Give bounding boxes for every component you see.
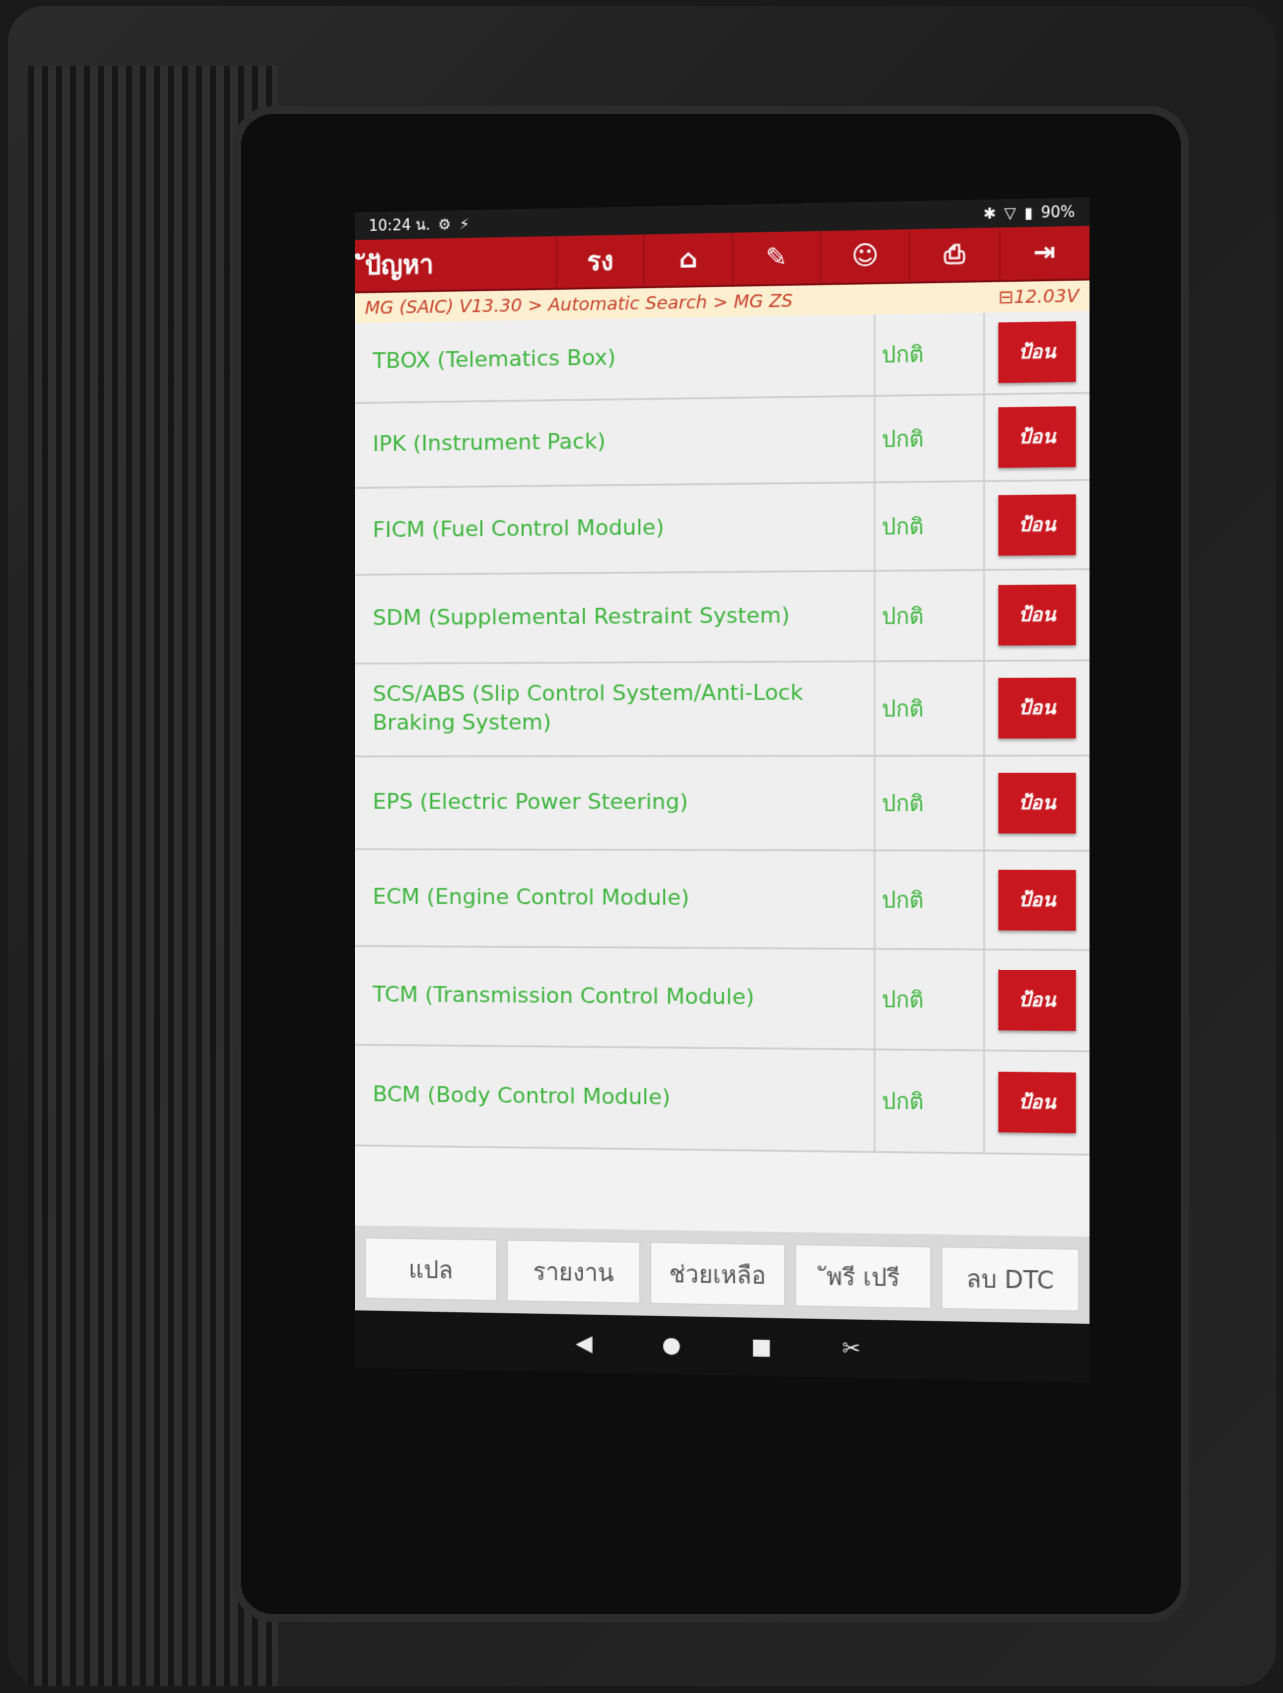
system-status: ปกติ [875,395,986,482]
system-name: SDM (Supplemental Restraint System) [355,571,876,663]
usb-icon: ⚡ [459,215,470,234]
enter-button[interactable]: ป้อน [998,969,1076,1031]
settings-icon: ⚙ [438,215,452,234]
system-status: ปกติ [875,570,986,661]
report-short-button[interactable]: รง [556,234,644,288]
system-list: TBOX (Telematics Box) ปกติ ป้อน IPK (Ins… [355,310,1090,1156]
action-cell: ป้อน [985,852,1089,949]
enter-button[interactable]: ป้อน [998,1071,1076,1134]
action-cell: ป้อน [985,757,1089,850]
system-name: TBOX (Telematics Box) [355,314,876,402]
action-cell: ป้อน [985,394,1089,480]
system-name: SCS/ABS (Slip Control System/Anti-Lock B… [355,662,876,756]
system-status: ปกติ [875,1050,986,1153]
action-cell: ป้อน [985,1051,1089,1153]
action-cell: ป้อน [985,311,1089,393]
exit-icon[interactable]: ⇥ [998,225,1090,281]
enter-button[interactable]: ป้อน [998,494,1076,556]
system-name: ECM (Engine Control Module) [355,850,876,948]
system-status: ปกติ [875,482,986,570]
enter-button[interactable]: ป้อน [998,677,1076,739]
voltage-value: 12.03V [1013,285,1080,308]
table-row: SDM (Supplemental Restraint System) ปกติ… [355,570,1090,665]
breadcrumb-path: MG (SAIC) V13.30 > Automatic Search > MG… [364,290,793,319]
table-row: EPS (Electric Power Steering) ปกติ ป้อน [355,756,1090,852]
enter-button[interactable]: ป้อน [998,869,1076,931]
help-button[interactable]: ช่วยเหลือ [650,1241,786,1307]
table-row: ECM (Engine Control Module) ปกติ ป้อน [355,850,1090,952]
battery-level: 90% [1040,202,1075,222]
print-icon[interactable]: ⎙ [909,227,999,282]
clear-dtc-button[interactable]: ลบ DTC [941,1246,1080,1312]
status-time: 10:24 น. [368,215,431,235]
bluetooth-icon: ✱ [983,204,997,223]
enter-button[interactable]: ป้อน [998,584,1076,646]
battery-voltage: ⊟12.03V [998,285,1079,308]
system-name: EPS (Electric Power Steering) [355,756,876,850]
table-row: TCM (Transmission Control Module) ปกติ ป… [355,946,1090,1053]
freeze-frame-button[interactable]: ัพรี เปรี [795,1244,932,1309]
battery-icon: ▮ [1024,203,1033,222]
screenshot-icon[interactable]: ✂ [842,1336,861,1361]
table-row: TBOX (Telematics Box) ปกติ ป้อน [355,310,1090,404]
system-name: TCM (Transmission Control Module) [355,946,876,1049]
system-name: IPK (Instrument Pack) [355,396,876,487]
bottom-action-bar: แปล รายงาน ช่วยเหลือ ัพรี เปรี ลบ DTC [355,1225,1090,1324]
car-battery-icon: ⊟ [998,286,1014,308]
action-cell: ป้อน [985,661,1089,754]
system-status: ปกติ [875,661,986,755]
page-title: ัปัญหา [364,249,434,281]
action-cell: ป้อน [985,481,1089,569]
enter-button[interactable]: ป้อน [998,321,1076,384]
back-icon[interactable]: ◀ [576,1331,593,1356]
enter-button[interactable]: ป้อน [998,772,1076,834]
user-icon[interactable]: ☺ [820,229,910,284]
system-name: BCM (Body Control Module) [355,1045,876,1151]
translate-button[interactable]: แปล [364,1237,498,1302]
system-status: ปกติ [875,756,986,850]
action-cell: ป้อน [985,570,1089,660]
report-button[interactable]: รายงาน [506,1239,641,1304]
table-row: BCM (Body Control Module) ปกติ ป้อน [355,1045,1090,1156]
home-circle-icon[interactable]: ● [662,1332,681,1357]
system-status: ปกติ [875,949,986,1050]
system-status: ปกติ [875,851,986,949]
system-name: FICM (Fuel Control Module) [355,483,876,574]
enter-button[interactable]: ป้อน [998,406,1076,468]
table-row: SCS/ABS (Slip Control System/Anti-Lock B… [355,661,1090,758]
system-status: ปกติ [875,312,986,395]
home-icon[interactable]: ⌂ [643,232,732,287]
table-row: IPK (Instrument Pack) ปกติ ป้อน [355,393,1090,489]
recent-apps-icon[interactable]: ■ [751,1334,772,1359]
tablet-screen: 10:24 น. ⚙ ⚡ ✱ ▽ ▮ 90% ัปัญหา รง ⌂ ✎ ☺ ⎙… [355,197,1090,1383]
table-row: FICM (Fuel Control Module) ปกติ ป้อน [355,481,1090,576]
action-cell: ป้อน [985,950,1089,1050]
wifi-icon: ▽ [1004,203,1017,223]
edit-icon[interactable]: ✎ [731,231,821,285]
